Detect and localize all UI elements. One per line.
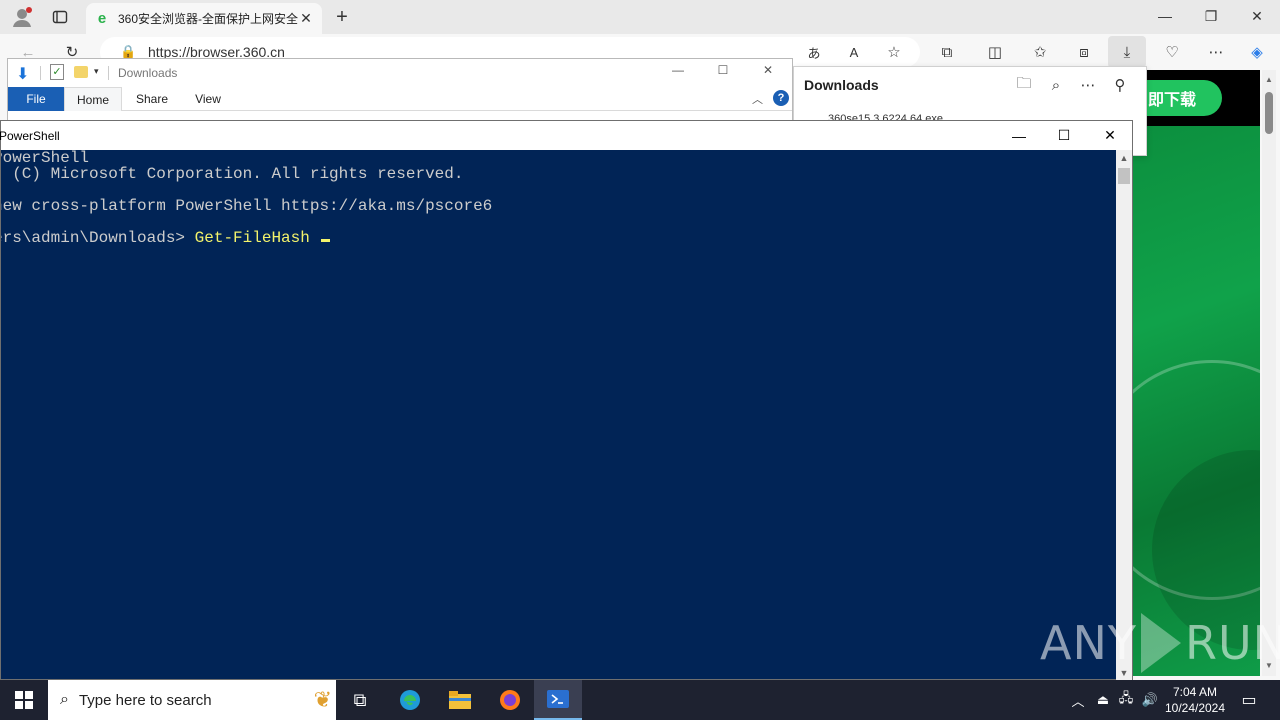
favorite-star-icon[interactable]: ☆ [882,40,906,64]
scroll-up-icon[interactable]: ▲ [1262,72,1276,86]
show-hidden-icons-icon[interactable]: ︿ [1066,680,1090,720]
system-clock[interactable]: 7:04 AM 10/24/2024 [1160,680,1230,720]
explorer-title: Downloads [118,66,178,80]
minimize-icon[interactable]: — [996,121,1042,150]
customize-quick-access-icon[interactable]: ▾ [94,66,99,77]
scroll-thumb[interactable] [1265,92,1273,134]
network-icon[interactable]: 🖧 [1114,680,1138,720]
notifications-icon[interactable]: ▭ [1234,680,1264,720]
scroll-up-icon[interactable]: ▲ [1116,150,1132,166]
prompt-line[interactable]: ers\admin\Downloads> Get-FileHash [1,229,331,247]
edge-app-icon[interactable] [386,680,434,720]
close-icon[interactable]: ✕ [758,63,778,77]
explorer-titlebar: ⬇ ✓ ▾ Downloads — ☐ ✕ [8,59,792,87]
download-arrow-icon: ⬇ [16,66,30,83]
file-explorer-app-icon[interactable] [436,680,484,720]
powershell-app-icon[interactable] [534,680,582,720]
taskbar: ⌕ Type here to search ❦ ⧉ ︿ ⏏ 🖧 🔊 7:04 A… [0,680,1280,720]
separator [40,66,41,80]
ie-logo-icon: e [97,9,107,27]
copilot-icon[interactable]: ◈ [1244,40,1270,64]
prompt-text: ers\admin\Downloads> [1,229,195,247]
pin-icon[interactable]: ⚲ [1110,75,1130,95]
new-folder-icon[interactable] [74,66,88,78]
browser-tab[interactable]: e 360安全浏览器-全面保护上网安全 ✕ [86,3,322,34]
volume-icon[interactable]: 🔊 [1138,680,1162,720]
open-folder-icon[interactable]: 🗀 [1014,75,1034,95]
new-tab-icon[interactable]: + [330,5,354,29]
console-scrollbar[interactable]: ▲ ▼ [1116,150,1132,681]
search-icon: ⌕ [60,691,69,708]
collapse-ribbon-icon[interactable]: ︿ [752,91,763,107]
powershell-window: PowerShell — ☐ ✕ PowerShell t (C) Micros… [0,120,1133,681]
browser-essentials-icon[interactable]: ♡ [1160,40,1184,64]
translate-icon[interactable]: あ [802,40,826,64]
favorites-icon[interactable]: ✩ [1028,40,1052,64]
start-windows-icon[interactable] [0,680,48,720]
profile-icon[interactable] [8,4,36,30]
close-icon[interactable]: ✕ [1087,121,1133,150]
search-highlight-icon: ❦ [313,687,332,712]
downloads-icon[interactable]: ⤓ [1108,36,1146,68]
powershell-title: PowerShell [0,129,60,143]
split-screen-icon[interactable]: ◫ [983,40,1007,64]
firefox-app-icon[interactable] [486,680,534,720]
taskbar-search-box[interactable]: ⌕ Type here to search ❦ [48,680,336,720]
maximize-icon[interactable]: ☐ [713,63,733,77]
maximize-icon[interactable]: ☐ [1041,121,1087,150]
text-cursor [321,239,331,242]
console-line: t (C) Microsoft Corporation. All rights … [1,165,464,183]
powershell-titlebar: PowerShell — ☐ ✕ [0,121,1133,150]
page-scrollbar[interactable]: ▲ ▼ [1262,70,1276,676]
tab-home[interactable]: Home [64,87,122,111]
tab-view[interactable]: View [180,87,236,111]
clock-time: 7:04 AM [1172,685,1218,699]
console-output[interactable]: PowerShell t (C) Microsoft Corporation. … [1,150,1115,681]
read-aloud-icon[interactable]: A [842,40,866,64]
watermark-right: RUN [1184,616,1280,670]
task-view-icon[interactable]: ⧉ [336,680,384,720]
more-options-icon[interactable]: ⋯ [1078,75,1098,95]
close-tab-icon[interactable]: ✕ [298,10,314,27]
more-menu-icon[interactable]: ⋯ [1204,40,1228,64]
search-icon[interactable]: ⌕ [1046,75,1066,95]
tab-title: 360安全浏览器-全面保护上网安全 [118,12,298,26]
extensions-icon[interactable]: ⧉ [935,40,959,64]
properties-icon[interactable]: ✓ [50,64,64,80]
clock-date: 10/24/2024 [1164,701,1226,715]
restore-icon[interactable]: ❐ [1188,0,1234,32]
console-line: new cross-platform PowerShell https://ak… [1,197,493,215]
downloads-panel-title: Downloads [804,77,879,93]
webpage-content: 即下载 [1132,70,1260,676]
close-icon[interactable]: ✕ [1234,0,1280,32]
play-logo-icon [1140,613,1181,673]
tab-actions-icon[interactable] [48,6,72,28]
ribbon-tabs: File Home Share View ︿ ? [8,87,792,111]
tab-strip: e 360安全浏览器-全面保护上网安全 ✕ + — ❐ ✕ [0,0,1280,34]
minimize-icon[interactable]: — [1142,0,1188,32]
minimize-icon[interactable]: — [668,63,688,77]
desktop: e 360安全浏览器-全面保护上网安全 ✕ + — ❐ ✕ ← ↻ 🔒 http… [0,0,1280,720]
tab-file[interactable]: File [8,87,64,111]
usb-device-icon[interactable]: ⏏ [1092,680,1114,720]
command-text: Get-FileHash [194,229,320,247]
search-placeholder: Type here to search [78,691,212,709]
tab-share[interactable]: Share [124,87,180,111]
watermark-left: ANY [1040,616,1137,670]
console-line: PowerShell [1,150,90,167]
help-icon[interactable]: ? [773,90,789,106]
separator [108,66,109,80]
anyrun-watermark: ANY RUN [1040,608,1280,678]
collections-icon[interactable]: ⧈ [1072,40,1096,64]
scroll-thumb[interactable] [1118,168,1130,184]
